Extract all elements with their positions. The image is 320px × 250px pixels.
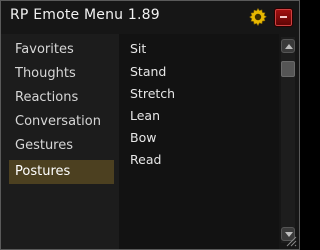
- sidebar-item-favorites[interactable]: Favorites: [9, 38, 114, 62]
- emote-item-stretch[interactable]: Stretch: [130, 84, 175, 104]
- resize-grip-icon[interactable]: [285, 235, 297, 247]
- title-bar[interactable]: RP Emote Menu 1.89: [1, 1, 299, 33]
- emote-item-stand[interactable]: Stand: [130, 62, 166, 82]
- emote-item-bow[interactable]: Bow: [130, 128, 156, 148]
- sidebar-item-reactions[interactable]: Reactions: [9, 86, 114, 110]
- scroll-thumb[interactable]: [281, 61, 295, 77]
- window-title: RP Emote Menu 1.89: [10, 7, 160, 23]
- sidebar-item-conversation[interactable]: Conversation: [9, 110, 114, 134]
- emote-list: Sit Stand Stretch Lean Bow Read: [119, 34, 279, 249]
- chevron-up-icon: [285, 44, 293, 49]
- gear-icon[interactable]: [248, 7, 268, 27]
- close-button[interactable]: [274, 8, 293, 27]
- sidebar-item-thoughts[interactable]: Thoughts: [9, 62, 114, 86]
- sidebar-item-gestures[interactable]: Gestures: [9, 134, 114, 158]
- emote-item-lean[interactable]: Lean: [130, 106, 160, 126]
- scrollbar[interactable]: [281, 37, 295, 243]
- emote-menu-window: RP Emote Menu 1.89 Favorites Thoughts Re…: [0, 0, 300, 250]
- scroll-up-button[interactable]: [281, 39, 295, 53]
- close-icon: [280, 16, 287, 18]
- emote-item-read[interactable]: Read: [130, 150, 161, 170]
- sidebar-item-postures[interactable]: Postures: [9, 160, 114, 184]
- category-sidebar: Favorites Thoughts Reactions Conversatio…: [1, 34, 119, 249]
- emote-item-sit[interactable]: Sit: [130, 39, 146, 59]
